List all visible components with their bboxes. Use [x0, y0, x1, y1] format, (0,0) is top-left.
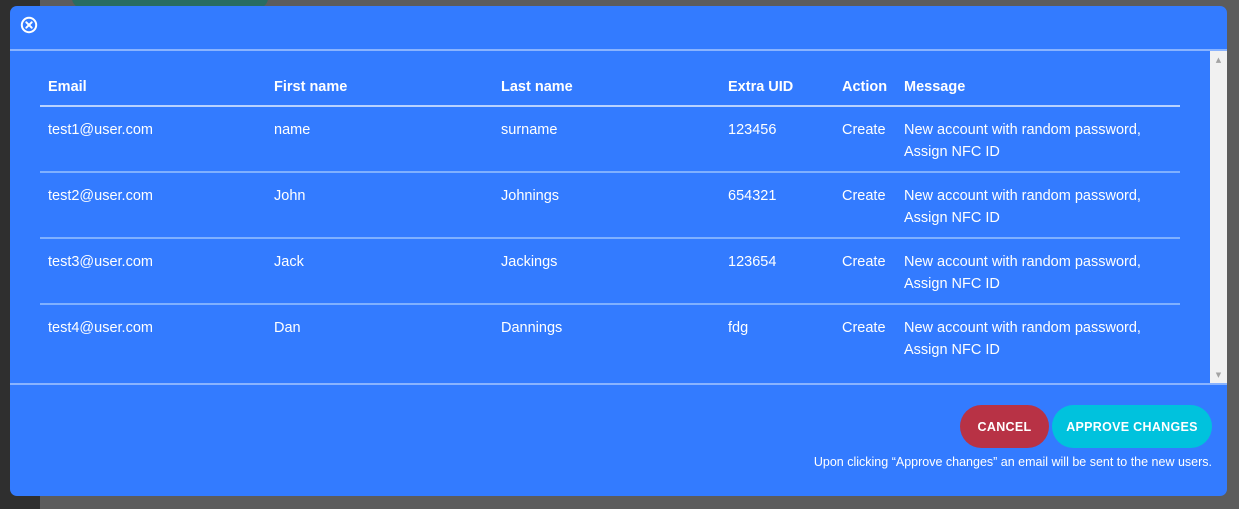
- cell-email: test4@user.com: [48, 320, 153, 336]
- approve-changes-button[interactable]: APPROVE CHANGES: [1052, 405, 1212, 448]
- cell-message: New account with random password, Assign…: [896, 172, 1180, 239]
- cell-email: test3@user.com: [40, 238, 266, 305]
- column-header-last-name: Last name: [493, 71, 720, 107]
- cell-last-name: Jackings: [493, 238, 720, 305]
- cancel-button[interactable]: CANCEL: [960, 405, 1049, 448]
- table-scroll-area[interactable]: Email First name Last name Extra UID Act…: [10, 51, 1210, 383]
- cell-last-name: Johnings: [493, 172, 720, 239]
- approve-notice-text: Upon clicking “Approve changes” an email…: [813, 455, 1212, 469]
- column-header-email: Email: [40, 71, 266, 107]
- cell-extra-uid: fdg: [728, 320, 749, 336]
- column-header-action: Action: [834, 71, 896, 107]
- table-row: test4@user.com Dan Dannings fdg Create N…: [40, 304, 1180, 369]
- cell-extra-uid: 654321: [720, 172, 834, 239]
- cell-action: Create: [834, 172, 896, 239]
- vertical-scrollbar[interactable]: ▲ ▼: [1210, 51, 1227, 383]
- column-header-message: Message: [896, 71, 1180, 107]
- close-icon[interactable]: [20, 16, 38, 34]
- scroll-down-arrow-icon[interactable]: ▼: [1210, 366, 1227, 383]
- cell-first-name: John: [266, 172, 493, 239]
- cell-action: Create: [834, 238, 896, 305]
- cell-last-name: surname: [493, 106, 720, 173]
- cell-email: test2@user.com: [40, 172, 266, 239]
- table-row: test2@user.com John Johnings 654321 Crea…: [40, 172, 1180, 239]
- cell-message: New account with random password, Assign…: [904, 320, 1141, 358]
- column-header-extra-uid: Extra UID: [720, 71, 834, 107]
- cell-message: New account with random password, Assign…: [896, 106, 1180, 173]
- import-review-modal: Email First name Last name Extra UID Act…: [10, 6, 1227, 496]
- table-row: test3@user.com Jack Jackings 123654 Crea…: [40, 238, 1180, 305]
- cell-last-name: Dannings: [501, 320, 563, 336]
- table-row: test1@user.com name surname 123456 Creat…: [40, 106, 1180, 173]
- footer-divider: [10, 383, 1227, 385]
- scroll-up-arrow-icon[interactable]: ▲: [1210, 51, 1227, 68]
- cell-message: New account with random password, Assign…: [896, 238, 1180, 305]
- cell-action: Create: [834, 106, 896, 173]
- users-table: Email First name Last name Extra UID Act…: [40, 71, 1180, 369]
- cell-action: Create: [842, 320, 886, 336]
- cell-email: test1@user.com: [40, 106, 266, 173]
- cell-first-name: Jack: [266, 238, 493, 305]
- cell-extra-uid: 123456: [720, 106, 834, 173]
- cell-extra-uid: 123654: [720, 238, 834, 305]
- table-header-row: Email First name Last name Extra UID Act…: [40, 71, 1180, 107]
- column-header-first-name: First name: [266, 71, 493, 107]
- cell-first-name: name: [266, 106, 493, 173]
- cell-first-name: Dan: [274, 320, 301, 336]
